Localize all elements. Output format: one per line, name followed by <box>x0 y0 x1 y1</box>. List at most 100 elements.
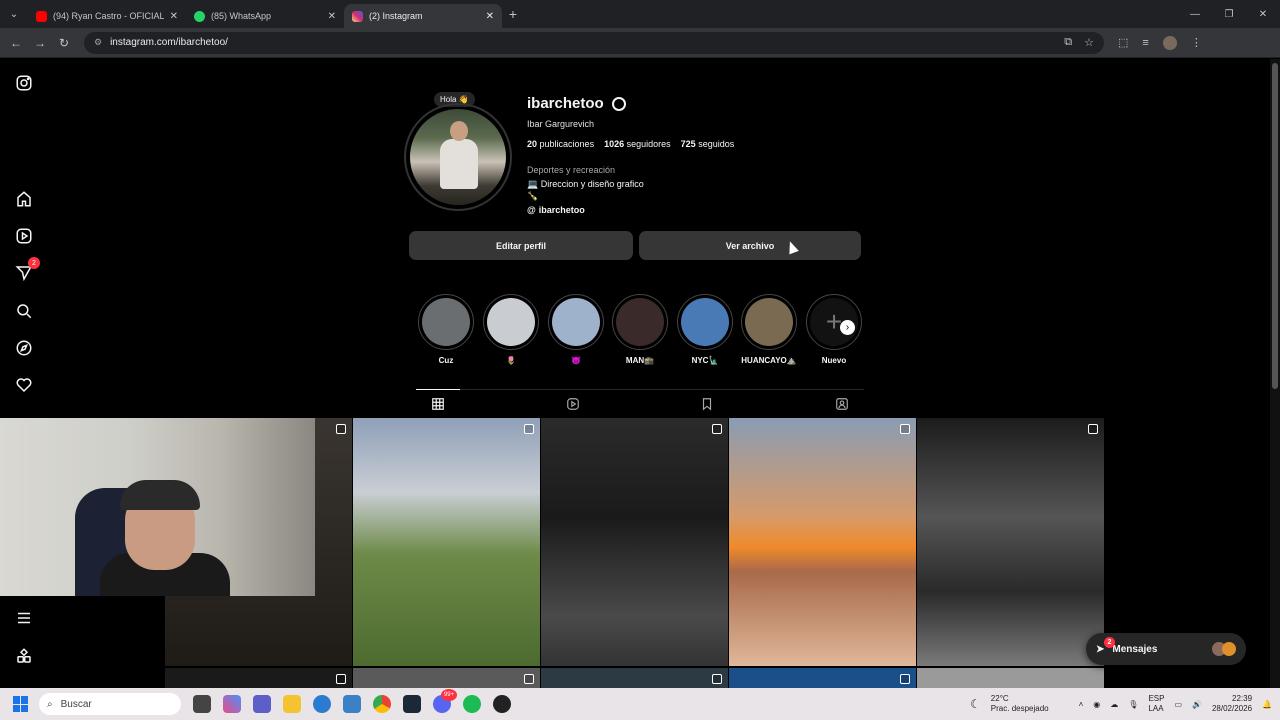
threads-link[interactable]: @ ibarchetoo <box>527 205 585 215</box>
followers-stat[interactable]: 1026 seguidores <box>604 139 671 149</box>
highlights-next-icon[interactable]: › <box>840 320 855 335</box>
scrollbar-thumb[interactable] <box>1272 63 1278 389</box>
highlight-item[interactable]: 👿 <box>548 294 604 365</box>
home-icon[interactable] <box>14 189 34 209</box>
address-bar[interactable]: ⚙ instagram.com/ibarchetoo/ ⧉ ☆ <box>84 31 1104 54</box>
clock[interactable]: 22:39 28/02/2026 <box>1212 694 1252 715</box>
steam-icon[interactable] <box>403 695 421 713</box>
tab-instagram[interactable]: (2) Instagram ✕ <box>344 4 502 28</box>
tab-saved[interactable] <box>685 390 729 418</box>
volume-icon[interactable]: 🔊 <box>1192 700 1202 709</box>
following-stat[interactable]: 725 seguidos <box>681 139 735 149</box>
tab-title: (2) Instagram <box>369 11 423 21</box>
profile-avatar-icon[interactable] <box>1162 35 1177 50</box>
post-thumbnail[interactable] <box>353 668 540 688</box>
windows-start-icon[interactable] <box>13 696 29 712</box>
onedrive-icon[interactable]: ☁ <box>1110 700 1118 709</box>
task-view-icon[interactable] <box>193 695 211 713</box>
tab-reels[interactable] <box>551 390 595 418</box>
heart-icon[interactable] <box>14 375 34 395</box>
language-indicator[interactable]: ESP LAA <box>1148 694 1164 713</box>
media-control-icon[interactable]: ≡ <box>1142 37 1148 49</box>
tab-posts-grid[interactable] <box>416 389 460 417</box>
post-thumbnail[interactable] <box>729 668 916 688</box>
highlight-item[interactable]: 🌷 <box>483 294 539 365</box>
microphone-icon[interactable]: 🎙 <box>1128 700 1138 709</box>
tray-overflow-icon[interactable]: ˄ <box>1079 700 1084 709</box>
tab-search-button[interactable]: ⌄ <box>0 0 28 28</box>
reels-icon[interactable] <box>14 226 34 246</box>
new-tab-button[interactable]: + <box>502 6 524 22</box>
store-icon[interactable] <box>343 695 361 713</box>
meta-apps-icon[interactable] <box>14 646 34 666</box>
taskbar-search[interactable]: ⌕ Buscar <box>39 693 181 715</box>
threads-handle: ibarchetoo <box>538 205 585 215</box>
tab-title: (85) WhatsApp <box>211 11 272 21</box>
highlight-label: NYC🗽 <box>691 356 719 365</box>
highlight-item[interactable]: NYC🗽 <box>677 294 733 365</box>
messages-pill[interactable]: ➤ 2 Mensajes <box>1086 633 1246 665</box>
extensions-icon[interactable]: ⬚ <box>1118 36 1128 49</box>
notifications-icon[interactable]: 🔔 <box>1262 700 1272 709</box>
tray-app-icon[interactable]: ◉ <box>1093 700 1100 709</box>
weather-widget[interactable]: 22°C Prac. despejado <box>991 694 1049 713</box>
highlight-item[interactable]: HUANCAYO⛰️ <box>741 294 797 365</box>
chrome-icon[interactable] <box>373 695 391 713</box>
tab-title: (94) Ryan Castro - OFICIAL (Vis <box>53 11 164 21</box>
post-thumbnail[interactable] <box>353 418 540 666</box>
reload-icon[interactable]: ↻ <box>52 36 76 50</box>
post-thumbnail[interactable] <box>917 418 1104 666</box>
instagram-logo-icon[interactable] <box>14 73 34 93</box>
youtube-icon <box>36 10 47 22</box>
minimize-icon[interactable]: — <box>1178 0 1212 28</box>
profile-stats: 20 publicaciones 1026 seguidores 725 seg… <box>527 139 734 149</box>
install-app-icon[interactable]: ⧉ <box>1064 36 1072 49</box>
more-menu-icon[interactable] <box>14 608 34 628</box>
following-label: seguidos <box>698 139 735 149</box>
weather-temp: 22°C <box>990 694 1009 704</box>
post-thumbnail[interactable] <box>165 668 352 688</box>
teams-icon[interactable] <box>253 695 271 713</box>
url-text[interactable]: instagram.com/ibarchetoo/ <box>110 37 228 48</box>
bookmark-star-icon[interactable]: ☆ <box>1084 36 1094 49</box>
file-explorer-icon[interactable] <box>283 695 301 713</box>
windows-taskbar: ⌕ Buscar 99+ ☾ 22°C Prac. despejado ˄ ◉ … <box>0 688 1280 720</box>
view-archive-button[interactable]: Ver archivo <box>639 231 861 260</box>
post-thumbnail[interactable] <box>541 668 728 688</box>
messages-nav-icon[interactable]: 2 <box>14 257 40 283</box>
post-thumbnail[interactable] <box>541 418 728 666</box>
settings-gear-icon[interactable] <box>611 96 626 111</box>
close-tab-icon[interactable]: ✕ <box>328 11 336 22</box>
following-count: 725 <box>680 139 696 149</box>
menu-kebab-icon[interactable]: ⋮ <box>1191 36 1202 49</box>
posts-label: publicaciones <box>539 139 595 149</box>
close-tab-icon[interactable]: ✕ <box>170 11 178 22</box>
network-icon[interactable]: ▭ <box>1174 700 1182 709</box>
copilot-icon[interactable] <box>223 695 241 713</box>
back-icon[interactable]: ← <box>4 36 28 50</box>
close-window-icon[interactable]: ✕ <box>1246 0 1280 28</box>
obs-icon[interactable] <box>493 695 511 713</box>
highlight-item[interactable]: Cuz <box>418 294 474 365</box>
highlight-item[interactable]: MAN🕋 <box>612 294 668 365</box>
edit-profile-button[interactable]: Editar perfil <box>409 231 633 260</box>
tab-whatsapp[interactable]: (85) WhatsApp ✕ <box>186 4 344 28</box>
edge-icon[interactable] <box>313 695 331 713</box>
post-thumbnail[interactable] <box>729 418 916 666</box>
spotify-icon[interactable] <box>463 695 481 713</box>
followers-count: 1026 <box>604 139 625 149</box>
post-thumbnail[interactable] <box>917 668 1104 688</box>
tab-tagged[interactable] <box>820 390 864 418</box>
profile-avatar[interactable] <box>404 103 512 211</box>
close-tab-icon[interactable]: ✕ <box>486 11 494 22</box>
forward-icon[interactable]: → <box>28 36 52 50</box>
page-scrollbar[interactable] <box>1270 59 1280 688</box>
explore-icon[interactable] <box>14 338 34 358</box>
site-info-icon[interactable]: ⚙ <box>94 37 102 48</box>
tab-youtube[interactable]: (94) Ryan Castro - OFICIAL (Vis ✕ <box>28 4 186 28</box>
discord-icon[interactable]: 99+ <box>433 689 457 713</box>
search-icon[interactable] <box>14 301 34 321</box>
search-icon: ⌕ <box>47 698 53 710</box>
restore-icon[interactable]: ❐ <box>1212 0 1246 28</box>
webcam-overlay <box>0 418 315 596</box>
